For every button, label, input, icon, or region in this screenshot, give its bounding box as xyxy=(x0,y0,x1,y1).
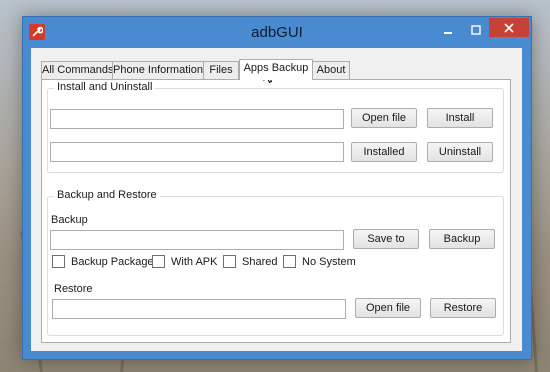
tab-all-commands[interactable]: All Commands xyxy=(41,61,114,79)
close-icon xyxy=(504,22,514,33)
tab-apps-backup[interactable]: Apps Backup xyxy=(239,59,313,80)
restore-button[interactable]: Restore xyxy=(430,298,496,318)
with-apk-checkbox[interactable]: With APK xyxy=(152,255,217,268)
minimize-button[interactable] xyxy=(435,20,461,40)
restore-open-file-button[interactable]: Open file xyxy=(355,298,421,318)
checkbox-box[interactable] xyxy=(223,255,236,268)
backup-restore-group-label: Backup and Restore xyxy=(54,189,160,201)
app-window: adbGUI All Commands Phone Information Fi… xyxy=(22,16,532,360)
install-path-input[interactable] xyxy=(50,109,344,129)
backup-label: Backup xyxy=(51,214,88,226)
title-bar[interactable]: adbGUI xyxy=(23,17,531,48)
tab-phone-information[interactable]: Phone Information xyxy=(112,61,204,79)
installed-package-input[interactable] xyxy=(50,142,344,162)
checkbox-label: Backup Package xyxy=(71,255,154,268)
uninstall-button[interactable]: Uninstall xyxy=(427,142,493,162)
apps-backup-panel: Install and Uninstall Open file Install … xyxy=(41,79,511,343)
maximize-button[interactable] xyxy=(463,20,489,40)
backup-path-input[interactable] xyxy=(50,230,344,250)
tab-files[interactable]: Files xyxy=(203,61,239,79)
backup-button[interactable]: Backup xyxy=(429,229,495,249)
installed-button[interactable]: Installed xyxy=(351,142,417,162)
checkbox-label: No System xyxy=(302,255,356,268)
checkbox-label: Shared xyxy=(242,255,278,268)
window-client-area: All Commands Phone Information Files App… xyxy=(31,48,522,351)
restore-label: Restore xyxy=(54,283,93,295)
backup-package-checkbox[interactable]: Backup Package xyxy=(52,255,154,268)
backup-restore-group: Backup and Restore Backup Save to Backup… xyxy=(47,189,504,336)
checkbox-box[interactable] xyxy=(283,255,296,268)
checkbox-label: With APK xyxy=(171,255,218,268)
maximize-icon xyxy=(471,25,481,35)
install-uninstall-group: Install and Uninstall Open file Install … xyxy=(47,81,504,173)
close-button[interactable] xyxy=(489,18,529,37)
shared-checkbox[interactable]: Shared xyxy=(223,255,277,268)
minimize-icon xyxy=(444,32,452,34)
tab-about[interactable]: About xyxy=(312,61,350,79)
checkbox-box[interactable] xyxy=(52,255,65,268)
save-to-button[interactable]: Save to xyxy=(353,229,419,249)
install-button[interactable]: Install xyxy=(427,108,493,128)
open-file-button[interactable]: Open file xyxy=(351,108,417,128)
restore-path-input[interactable] xyxy=(52,299,346,319)
checkbox-box[interactable] xyxy=(152,255,165,268)
install-uninstall-group-label: Install and Uninstall xyxy=(54,81,156,93)
no-system-checkbox[interactable]: No System xyxy=(283,255,356,268)
